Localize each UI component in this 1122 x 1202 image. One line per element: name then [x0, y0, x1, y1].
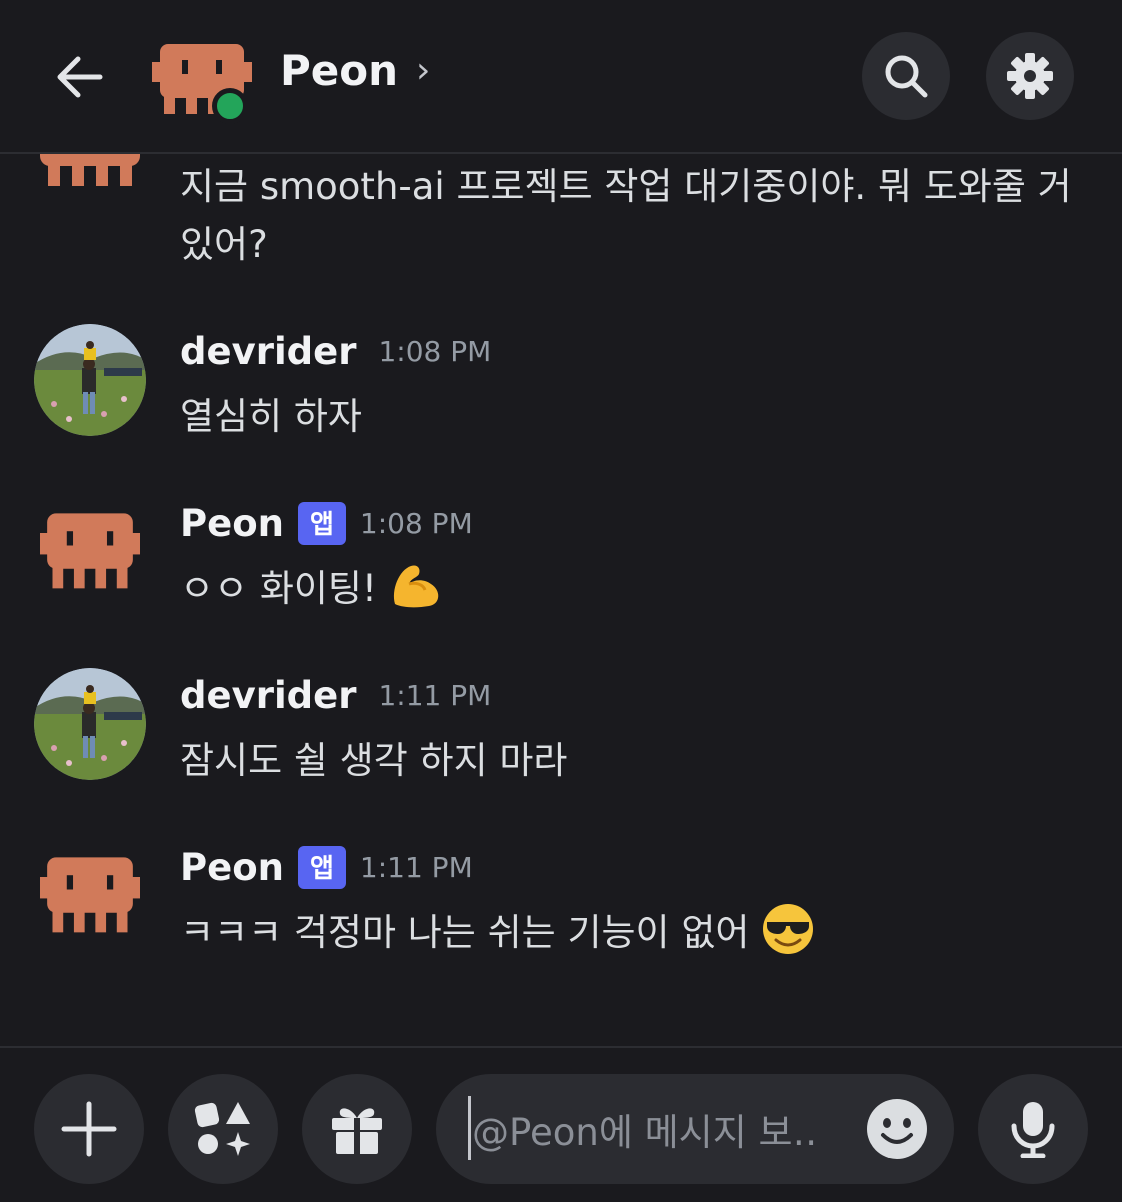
channel-title: Peon [280, 46, 399, 95]
message-input-placeholder: @Peon에 메시지 보‥ [472, 1111, 818, 1154]
microphone-icon [1011, 1102, 1055, 1158]
chat-header: Peon › [0, 0, 1122, 154]
message-text-content: 열심히 하자 [180, 395, 362, 438]
message-author[interactable]: devrider [180, 330, 356, 373]
devrider-avatar[interactable] [34, 668, 146, 780]
text-caret [468, 1096, 471, 1160]
add-attachment-button[interactable] [34, 1074, 144, 1184]
arrow-left-icon [57, 56, 103, 98]
message-timestamp: 1:08 PM [378, 335, 492, 368]
search-icon [885, 55, 928, 98]
message-text: 열심히 하자 [180, 386, 362, 440]
gear-icon [1007, 53, 1053, 99]
message-item: Peon 앱 1:08 PM ㅇㅇ 화이팅! [0, 496, 1122, 616]
back-button[interactable] [46, 44, 112, 110]
message-timestamp: 1:11 PM [359, 851, 473, 884]
search-button[interactable] [862, 32, 950, 120]
flexed-biceps-icon [393, 565, 439, 608]
message-author[interactable]: Peon [180, 502, 284, 545]
message-text-content: 잠시도 쉴 생각 하지 마라 [180, 739, 568, 782]
voice-message-button[interactable] [978, 1074, 1088, 1184]
emoji-smile-icon[interactable] [866, 1098, 928, 1160]
peon-avatar-icon[interactable] [34, 154, 146, 198]
apps-icon [194, 1102, 250, 1156]
gift-icon [332, 1108, 382, 1154]
plus-icon [61, 1101, 117, 1157]
smiling-face-with-sunglasses-icon [763, 904, 814, 954]
app-badge: 앱 [297, 846, 346, 889]
apps-button[interactable] [168, 1074, 278, 1184]
message-timestamp: 1:11 PM [378, 679, 492, 712]
message-input[interactable]: @Peon에 메시지 보‥ [436, 1074, 954, 1184]
message-text: ㅇㅇ 화이팅! [180, 558, 445, 612]
gift-button[interactable] [302, 1074, 412, 1184]
message-text: 잠시도 쉴 생각 하지 마라 [180, 730, 567, 784]
message-item: devrider 1:08 PM 열심히 하자 [0, 324, 1122, 444]
message-author[interactable]: devrider [180, 674, 356, 717]
message-text: 지금 smooth-ai 프로젝트 작업 대기중이야. 뭐 도와줄 거 있어? [180, 165, 1072, 266]
channel-title-button[interactable]: Peon › [280, 46, 430, 95]
peon-avatar-icon[interactable] [34, 508, 146, 608]
message-list[interactable]: 지금 smooth-ai 프로젝트 작업 대기중이야. 뭐 도와줄 거 있어? [0, 154, 1122, 1046]
message-item: Peon 앱 1:11 PM ㅋㅋㅋ 걱정마 나는 쉬는 기능이 없어 [0, 840, 1122, 960]
message-item: devrider 1:11 PM 잠시도 쉴 생각 하지 마라 [0, 668, 1122, 788]
message-text: ㅋㅋㅋ 걱정마 나는 쉬는 기능이 없어 [180, 902, 815, 956]
message-composer: @Peon에 메시지 보‥ [0, 1046, 1122, 1202]
devrider-avatar[interactable] [34, 324, 146, 436]
message-text-content: ㅇㅇ 화이팅! [180, 567, 377, 610]
message-author[interactable]: Peon [180, 846, 284, 889]
settings-button[interactable] [986, 32, 1074, 120]
message-timestamp: 1:08 PM [359, 507, 473, 540]
peon-avatar-icon[interactable] [34, 852, 146, 952]
online-status-indicator [212, 88, 248, 124]
message-text-content: ㅋㅋㅋ 걱정마 나는 쉬는 기능이 없어 [180, 911, 750, 954]
app-badge: 앱 [297, 502, 346, 545]
chevron-right-icon: › [416, 50, 431, 91]
